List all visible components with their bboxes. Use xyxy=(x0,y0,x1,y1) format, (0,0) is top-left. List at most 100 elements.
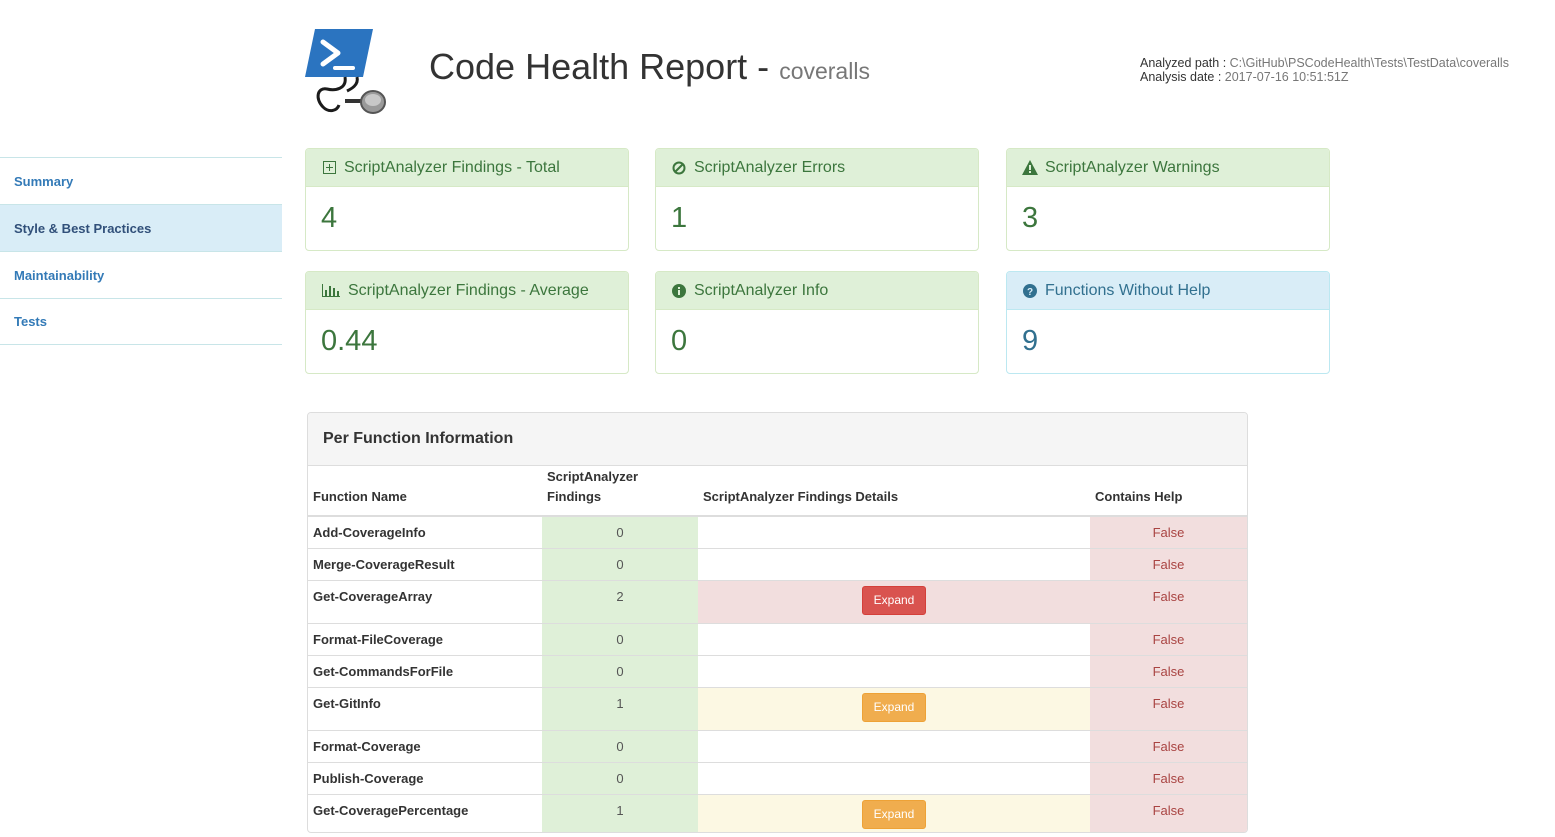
table-row: Get-CoverageArray 2 Expand False xyxy=(308,580,1247,624)
function-name: Get-CoveragePercentage xyxy=(308,794,542,832)
panel-heading: ScriptAnalyzer Findings - Total xyxy=(306,149,628,187)
analysis-date-value: 2017-07-16 10:51:51Z xyxy=(1224,70,1349,84)
panel-heading: ScriptAnalyzer Info xyxy=(656,272,978,310)
panel-heading: ScriptAnalyzer Warnings xyxy=(1007,149,1329,187)
findings-count: 0 xyxy=(542,730,698,763)
table-row: Get-CommandsForFile 0 False xyxy=(308,655,1247,688)
findings-count: 0 xyxy=(542,548,698,581)
column-header-findings-details[interactable]: ScriptAnalyzer Findings Details xyxy=(698,466,1090,517)
question-icon: ? xyxy=(1022,283,1038,299)
ban-icon xyxy=(671,160,687,176)
title-text: Code Health Report - xyxy=(429,46,770,87)
sidebar-item-maintainability[interactable]: Maintainability xyxy=(0,251,282,298)
sidebar-item-summary[interactable]: Summary xyxy=(0,157,282,204)
function-name: Merge-CoverageResult xyxy=(308,548,542,581)
panel-value: 0.44 xyxy=(321,325,378,357)
function-name: Get-GitInfo xyxy=(308,687,542,731)
findings-count: 0 xyxy=(542,515,698,549)
panel-heading: ScriptAnalyzer Errors xyxy=(656,149,978,187)
per-function-heading: Per Function Information xyxy=(308,413,1247,466)
panel-title: ScriptAnalyzer Info xyxy=(694,281,829,299)
function-name: Format-FileCoverage xyxy=(308,623,542,656)
contains-help: False xyxy=(1090,515,1247,549)
panel-heading: ? Functions Without Help xyxy=(1007,272,1329,310)
findings-details xyxy=(698,730,1090,763)
panel-title: ScriptAnalyzer Warnings xyxy=(1045,158,1220,176)
panel-title: ScriptAnalyzer Errors xyxy=(694,158,846,176)
findings-count: 1 xyxy=(542,794,698,832)
contains-help: False xyxy=(1090,623,1247,656)
analysis-meta: Analyzed path : C:\GitHub\PSCodeHealth\T… xyxy=(1140,56,1509,84)
table-row: Get-CoveragePercentage 1 Expand False xyxy=(308,794,1247,832)
contains-help: False xyxy=(1090,580,1247,624)
svg-text:?: ? xyxy=(1027,287,1033,298)
page-title: Code Health Report - coveralls xyxy=(429,46,870,88)
contains-help: False xyxy=(1090,730,1247,763)
sidebar-item-tests[interactable]: Tests xyxy=(0,298,282,345)
sidebar-nav: Summary Style & Best Practices Maintaina… xyxy=(0,157,282,345)
findings-details xyxy=(698,548,1090,581)
findings-details xyxy=(698,655,1090,688)
contains-help: False xyxy=(1090,548,1247,581)
per-function-panel: Per Function Information Function Name S… xyxy=(307,412,1248,833)
expand-button[interactable]: Expand xyxy=(861,586,927,615)
table-row: Publish-Coverage 0 False xyxy=(308,762,1247,795)
expand-button[interactable]: Expand xyxy=(861,800,927,829)
findings-count: 2 xyxy=(542,580,698,624)
table-row: Format-Coverage 0 False xyxy=(308,730,1247,763)
panel-value: 3 xyxy=(1022,202,1039,234)
analyzed-path-label: Analyzed path : xyxy=(1140,56,1227,70)
findings-count: 0 xyxy=(542,655,698,688)
table-row: Get-GitInfo 1 Expand False xyxy=(308,687,1247,731)
column-header-findings[interactable]: ScriptAnalyzer Findings xyxy=(542,466,698,517)
analyzed-path-line: Analyzed path : C:\GitHub\PSCodeHealth\T… xyxy=(1140,56,1509,70)
panel-title: ScriptAnalyzer Findings - Total xyxy=(344,158,560,176)
plus-square-icon xyxy=(321,160,337,176)
contains-help: False xyxy=(1090,655,1247,688)
analyzed-path-value: C:\GitHub\PSCodeHealth\Tests\TestData\co… xyxy=(1229,56,1509,70)
panel-findings-total: ScriptAnalyzer Findings - Total 4 xyxy=(305,148,629,251)
sidebar-item-style-best-practices[interactable]: Style & Best Practices xyxy=(0,204,282,251)
panel-title: ScriptAnalyzer Findings - Average xyxy=(348,281,589,299)
table-row: Format-FileCoverage 0 False xyxy=(308,623,1247,656)
analysis-date-line: Analysis date : 2017-07-16 10:51:51Z xyxy=(1140,70,1509,84)
function-name: Format-Coverage xyxy=(308,730,542,763)
function-name: Publish-Coverage xyxy=(308,762,542,795)
panel-heading: ScriptAnalyzer Findings - Average xyxy=(306,272,628,310)
title-subtitle: coveralls xyxy=(779,58,870,84)
contains-help: False xyxy=(1090,794,1247,832)
findings-details xyxy=(698,515,1090,549)
panel-functions-without-help: ? Functions Without Help 9 xyxy=(1006,271,1330,374)
column-header-contains-help[interactable]: Contains Help xyxy=(1090,466,1247,517)
function-name: Add-CoverageInfo xyxy=(308,515,542,549)
panel-errors: ScriptAnalyzer Errors 1 xyxy=(655,148,979,251)
panel-title: Functions Without Help xyxy=(1045,281,1211,299)
powershell-stethoscope-logo xyxy=(305,27,389,117)
column-header-function-name[interactable]: Function Name xyxy=(308,466,542,517)
panel-value: 1 xyxy=(671,202,688,234)
panel-value: 4 xyxy=(321,202,338,234)
table-row: Merge-CoverageResult 0 False xyxy=(308,548,1247,581)
analysis-date-label: Analysis date : xyxy=(1140,70,1222,84)
table-header-row: Function Name ScriptAnalyzer Findings Sc… xyxy=(308,466,1247,517)
function-name: Get-CommandsForFile xyxy=(308,655,542,688)
expand-button[interactable]: Expand xyxy=(861,693,927,722)
panel-warnings: ScriptAnalyzer Warnings 3 xyxy=(1006,148,1330,251)
panel-value: 0 xyxy=(671,325,688,357)
contains-help: False xyxy=(1090,687,1247,731)
findings-count: 0 xyxy=(542,762,698,795)
panel-findings-average: ScriptAnalyzer Findings - Average 0.44 xyxy=(305,271,629,374)
findings-details: Expand xyxy=(698,580,1090,624)
panel-info: ScriptAnalyzer Info 0 xyxy=(655,271,979,374)
findings-count: 1 xyxy=(542,687,698,731)
findings-details: Expand xyxy=(698,687,1090,731)
per-function-table: Function Name ScriptAnalyzer Findings Sc… xyxy=(308,466,1247,832)
bar-chart-icon xyxy=(321,283,341,299)
contains-help: False xyxy=(1090,762,1247,795)
table-row: Add-CoverageInfo 0 False xyxy=(308,515,1247,549)
info-icon xyxy=(671,283,687,299)
findings-details xyxy=(698,623,1090,656)
function-name: Get-CoverageArray xyxy=(308,580,542,624)
findings-details: Expand xyxy=(698,794,1090,832)
panel-value: 9 xyxy=(1022,325,1039,357)
